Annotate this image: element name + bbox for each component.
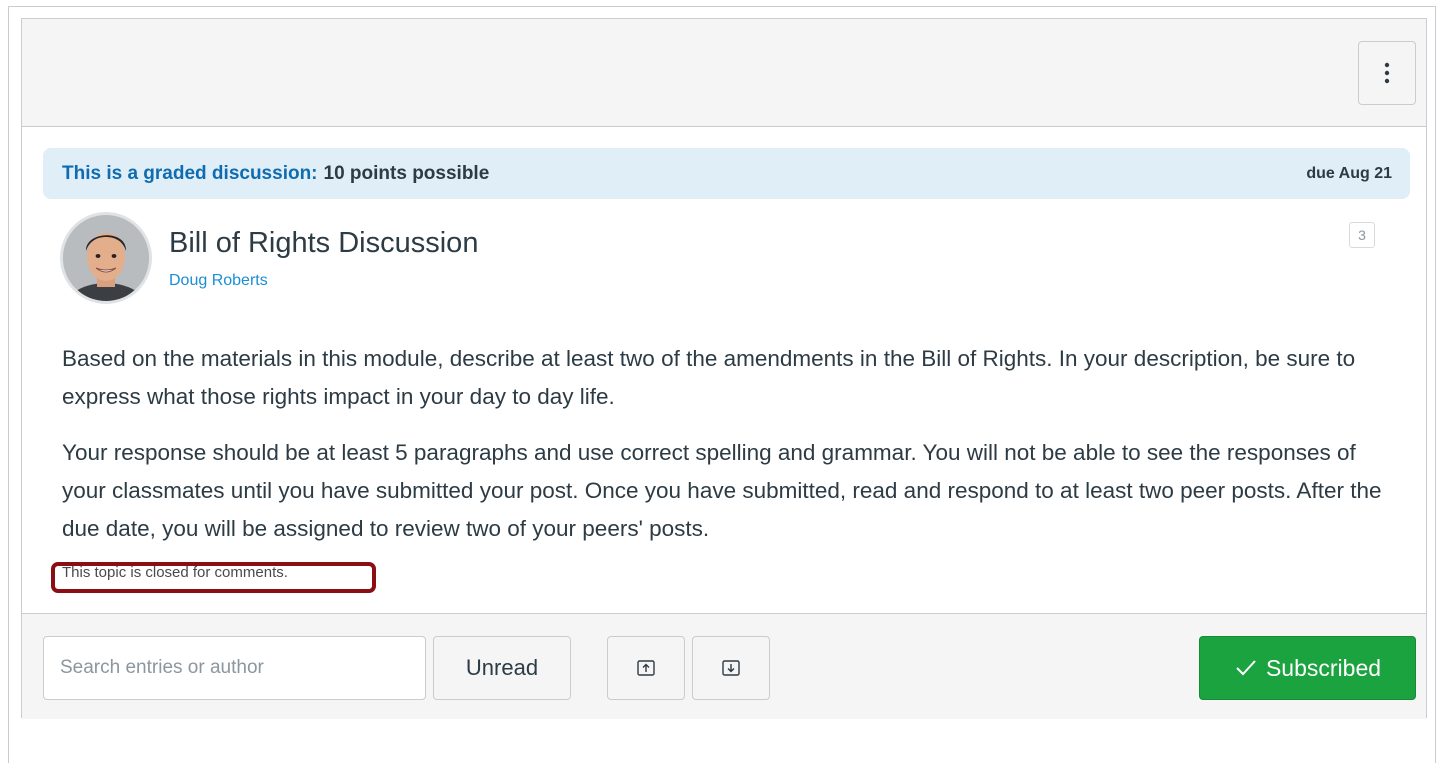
page-frame: This is a graded discussion: 10 points p… xyxy=(8,6,1436,763)
graded-discussion-banner: This is a graded discussion: 10 points p… xyxy=(43,148,1410,199)
points-possible: 10 points possible xyxy=(323,162,490,184)
body-paragraph: Your response should be at least 5 parag… xyxy=(62,440,1382,541)
annotation-highlight-box xyxy=(51,562,376,593)
graded-label: This is a graded discussion: xyxy=(62,162,318,184)
arrow-down-icon xyxy=(722,660,740,676)
discussion-container: This is a graded discussion: 10 points p… xyxy=(21,18,1427,719)
author-avatar[interactable] xyxy=(60,212,152,304)
subscribed-label: Subscribed xyxy=(1265,654,1382,681)
due-date: due Aug 21 xyxy=(1306,164,1392,182)
avatar-image-icon xyxy=(63,215,149,301)
search-input[interactable] xyxy=(43,636,426,700)
body-paragraph: Based on the materials in this module, d… xyxy=(62,346,1356,409)
subscribed-button[interactable]: Subscribed xyxy=(1199,636,1416,700)
discussion-footer-toolbar: Unread Subscribed xyxy=(22,613,1426,719)
discussion-toolbar xyxy=(22,19,1426,127)
author-link[interactable]: Doug Roberts xyxy=(169,272,268,290)
arrow-up-icon xyxy=(637,660,655,676)
discussion-title: Bill of Rights Discussion xyxy=(169,227,479,259)
unread-filter-button[interactable]: Unread xyxy=(433,636,571,700)
collapse-replies-button[interactable] xyxy=(607,636,685,700)
kebab-vertical-icon xyxy=(1384,62,1390,84)
reply-count-badge: 3 xyxy=(1349,222,1375,248)
discussion-body: Based on the materials in this module, d… xyxy=(62,340,1402,548)
options-menu-button[interactable] xyxy=(1358,41,1416,105)
expand-replies-button[interactable] xyxy=(692,636,770,700)
checkmark-icon xyxy=(1234,658,1258,678)
